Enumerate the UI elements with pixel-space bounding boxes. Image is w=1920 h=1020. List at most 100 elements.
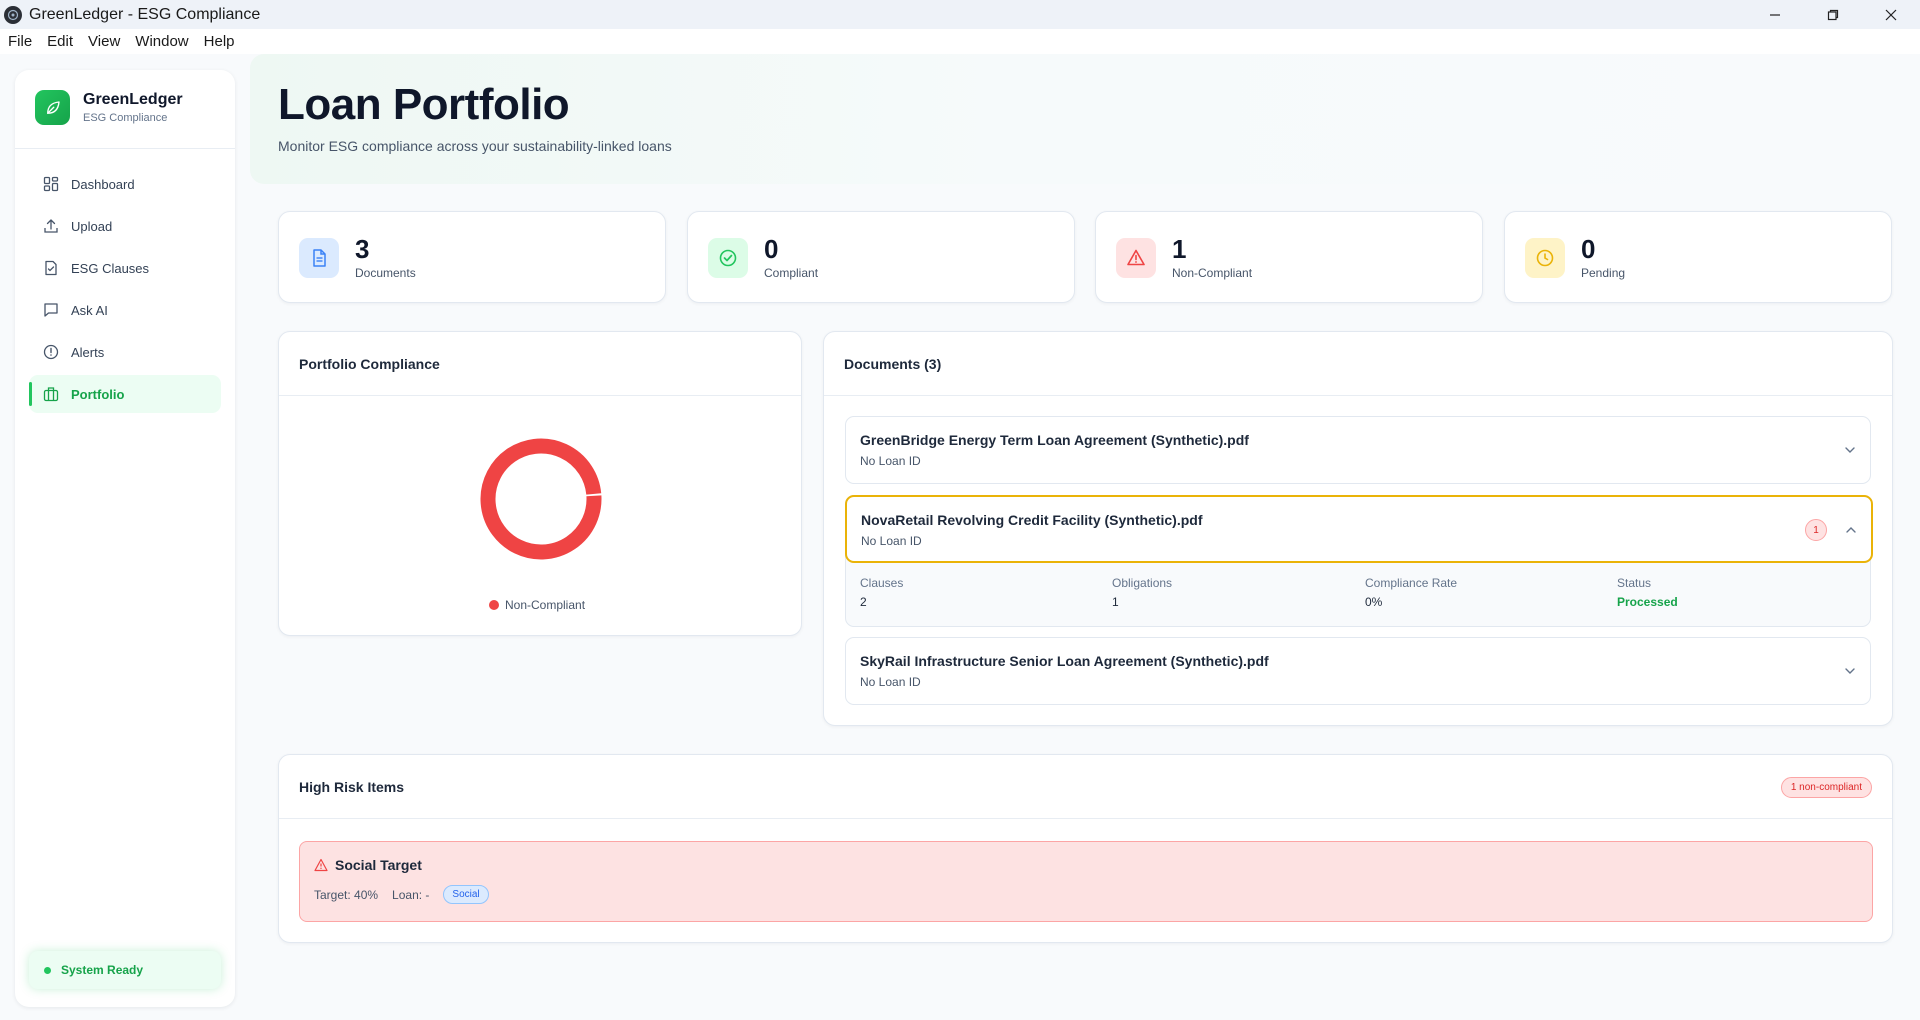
document-item-expanded: NovaRetail Revolving Credit Facility (Sy…	[845, 495, 1873, 627]
loan-id: No Loan ID	[860, 454, 921, 468]
portfolio-compliance-panel: Portfolio Compliance Non-Compliant	[278, 331, 802, 636]
chart-legend: Non-Compliant	[489, 598, 585, 612]
meta-value: 0%	[1365, 595, 1383, 609]
compliance-donut-chart	[479, 437, 603, 566]
sidebar-item-label: Alerts	[71, 344, 105, 360]
panel-divider	[279, 395, 801, 396]
stat-label: Pending	[1581, 266, 1626, 280]
loan-id: No Loan ID	[861, 534, 922, 548]
sidebar-item-label: ESG Clauses	[71, 260, 150, 276]
stat-value: 0	[764, 234, 779, 264]
loan-id: No Loan ID	[860, 675, 921, 689]
minimize-button[interactable]	[1746, 0, 1804, 29]
panel-divider	[824, 395, 1892, 396]
sidebar-item-dashboard[interactable]: Dashboard	[29, 165, 221, 203]
brand-name: GreenLedger	[83, 91, 183, 108]
sidebar-item-esg-clauses[interactable]: ESG Clauses	[29, 249, 221, 287]
menu-help[interactable]: Help	[204, 33, 235, 50]
chevron-down-icon[interactable]	[1844, 444, 1856, 456]
menu-view[interactable]: View	[88, 33, 120, 50]
leaf-logo-icon	[35, 90, 70, 125]
status-value: Processed	[1617, 595, 1678, 609]
stat-value: 0	[1581, 234, 1596, 264]
close-icon	[1885, 9, 1897, 20]
page-title: Loan Portfolio	[278, 80, 570, 129]
title-bar: GreenLedger - ESG Compliance	[0, 0, 1920, 29]
sidebar-item-alerts[interactable]: Alerts	[29, 333, 221, 371]
sidebar-item-label: Dashboard	[71, 176, 135, 192]
brand-subtitle: ESG Compliance	[83, 112, 168, 124]
legend-label: Non-Compliant	[505, 598, 586, 612]
check-circle-icon	[708, 238, 748, 278]
panel-title: Portfolio Compliance	[299, 356, 440, 372]
legend-swatch	[489, 600, 499, 610]
document-item[interactable]: SkyRail Infrastructure Senior Loan Agree…	[845, 637, 1871, 705]
risk-item[interactable]: Social Target Target: 40% Loan: - Social	[299, 841, 1873, 922]
app-icon	[4, 5, 22, 24]
panel-title: High Risk Items	[299, 779, 405, 795]
dashboard-icon	[43, 176, 59, 192]
document-name: GreenBridge Energy Term Loan Agreement (…	[860, 432, 1249, 448]
menu-file[interactable]: File	[8, 33, 32, 50]
system-status-label: System Ready	[61, 963, 144, 977]
meta-status: Status Processed	[1617, 576, 1678, 609]
document-icon	[299, 238, 339, 278]
meta-value: 2	[860, 595, 867, 609]
meta-label: Compliance Rate	[1365, 576, 1458, 590]
brand: GreenLedger ESG Compliance	[35, 90, 183, 125]
sidebar-item-label: Ask AI	[71, 302, 108, 318]
risk-item-title: Social Target	[335, 857, 422, 873]
non-compliant-count-badge: 1 non-compliant	[1780, 777, 1872, 798]
warning-triangle-icon	[1116, 238, 1156, 278]
meta-label: Status	[1617, 576, 1652, 590]
stat-value: 1	[1172, 234, 1187, 264]
sidebar-item-label: Portfolio	[71, 386, 125, 402]
minimize-icon	[1770, 13, 1780, 16]
menu-edit[interactable]: Edit	[47, 33, 73, 50]
restore-icon	[1827, 9, 1839, 20]
document-name: SkyRail Infrastructure Senior Loan Agree…	[860, 653, 1269, 669]
category-tag: Social	[443, 885, 489, 904]
sidebar-nav: Dashboard Upload ESG Clauses Ask AI Aler…	[29, 165, 221, 417]
page-subtitle: Monitor ESG compliance across your susta…	[278, 138, 672, 154]
panel-divider	[279, 818, 1892, 819]
sidebar-divider	[15, 148, 235, 149]
issue-count-badge: 1	[1805, 519, 1827, 541]
stat-label: Documents	[355, 266, 416, 280]
document-item[interactable]: GreenBridge Energy Term Loan Agreement (…	[845, 416, 1871, 484]
sidebar: GreenLedger ESG Compliance Dashboard Upl…	[15, 70, 235, 1007]
meta-obligations: Obligations 1	[1112, 576, 1172, 609]
status-dot	[44, 966, 51, 974]
clock-icon	[1525, 238, 1565, 278]
menu-bar: File Edit View Window Help	[0, 29, 1920, 54]
stat-label: Non-Compliant	[1172, 266, 1253, 280]
sidebar-item-portfolio[interactable]: Portfolio	[29, 375, 221, 413]
document-item-header[interactable]: NovaRetail Revolving Credit Facility (Sy…	[845, 495, 1873, 563]
risk-loan: Loan: -	[392, 887, 430, 902]
meta-value: 1	[1112, 595, 1119, 609]
sidebar-item-ask-ai[interactable]: Ask AI	[29, 291, 221, 329]
chevron-up-icon[interactable]	[1845, 524, 1857, 536]
alert-icon	[43, 344, 59, 360]
chat-icon	[44, 303, 58, 317]
menu-window[interactable]: Window	[135, 33, 188, 50]
stat-label: Compliant	[764, 266, 819, 280]
upload-icon	[44, 219, 58, 233]
briefcase-icon	[43, 387, 59, 402]
restore-button[interactable]	[1804, 0, 1862, 29]
risk-target: Target: 40%	[314, 887, 379, 902]
donut-slice-non-compliant	[480, 438, 602, 560]
close-button[interactable]	[1862, 0, 1920, 29]
sidebar-item-upload[interactable]: Upload	[29, 207, 221, 245]
stat-value: 3	[355, 234, 370, 264]
page-header: Loan Portfolio Monitor ESG compliance ac…	[250, 54, 1920, 184]
panel-title: Documents (3)	[844, 356, 942, 372]
chevron-down-icon[interactable]	[1844, 665, 1856, 677]
document-icon	[45, 260, 57, 276]
meta-label: Obligations	[1112, 576, 1173, 590]
window-title: GreenLedger - ESG Compliance	[29, 5, 261, 23]
stat-card-non-compliant: 1 Non-Compliant	[1095, 211, 1483, 303]
high-risk-panel: High Risk Items 1 non-compliant Social T…	[278, 754, 1893, 943]
meta-clauses: Clauses 2	[860, 576, 903, 609]
stat-card-documents: 3 Documents	[278, 211, 666, 303]
